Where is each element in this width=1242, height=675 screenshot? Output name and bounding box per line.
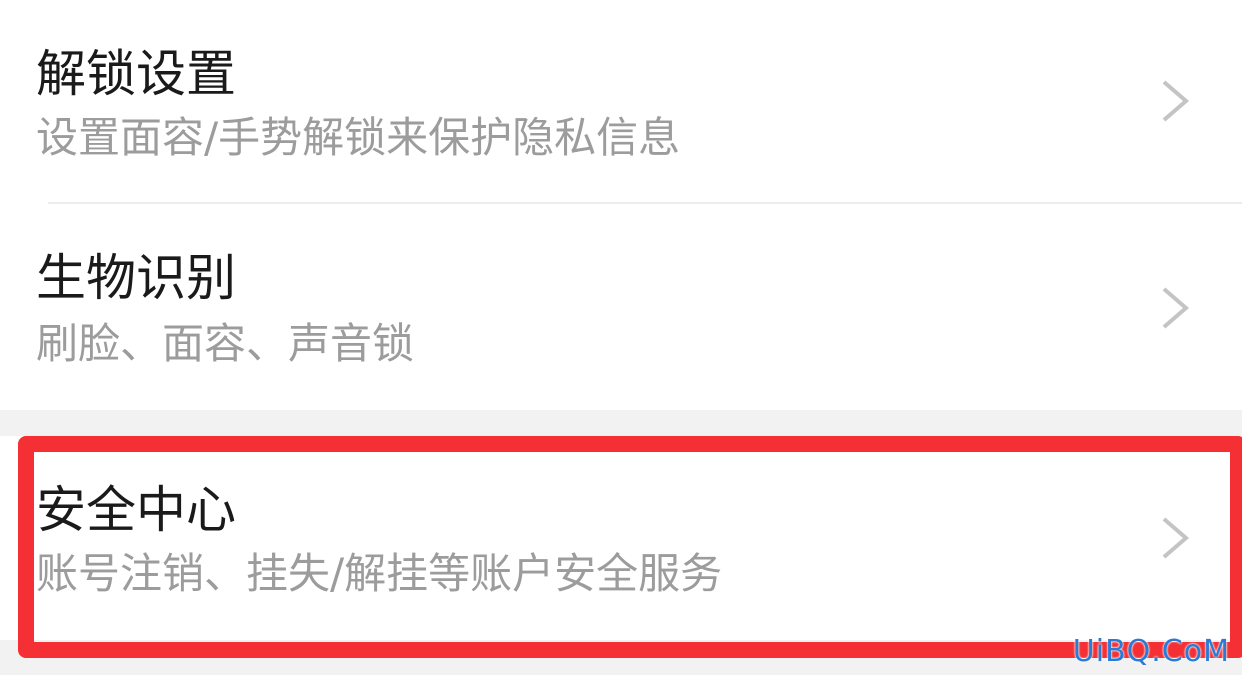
settings-item-subtitle: 刷脸、面容、声音锁 — [36, 319, 415, 368]
settings-item-biometric[interactable]: 生物识别 刷脸、面容、声音锁 — [0, 204, 1242, 410]
settings-item-unlock[interactable]: 解锁设置 设置面容/手势解锁来保护隐私信息 — [0, 0, 1242, 202]
settings-item-subtitle: 账号注销、挂失/解挂等账户安全服务 — [36, 549, 723, 598]
settings-page: 解锁设置 设置面容/手势解锁来保护隐私信息 生物识别 刷脸、面容、声音锁 安全中… — [0, 0, 1242, 675]
settings-group-top: 解锁设置 设置面容/手势解锁来保护隐私信息 生物识别 刷脸、面容、声音锁 — [0, 0, 1242, 410]
settings-item-security-center[interactable]: 安全中心 账号注销、挂失/解挂等账户安全服务 — [0, 436, 1242, 640]
chevron-right-icon — [1156, 513, 1196, 563]
chevron-right-icon — [1156, 76, 1196, 126]
settings-item-title: 安全中心 — [36, 481, 236, 539]
settings-item-subtitle: 设置面容/手势解锁来保护隐私信息 — [36, 113, 681, 162]
chevron-right-icon — [1156, 283, 1196, 333]
settings-item-title: 生物识别 — [36, 249, 236, 307]
settings-item-title: 解锁设置 — [36, 45, 236, 103]
watermark: UiBQ.CoM — [1072, 634, 1230, 669]
settings-group-bottom: 安全中心 账号注销、挂失/解挂等账户安全服务 — [0, 436, 1242, 640]
